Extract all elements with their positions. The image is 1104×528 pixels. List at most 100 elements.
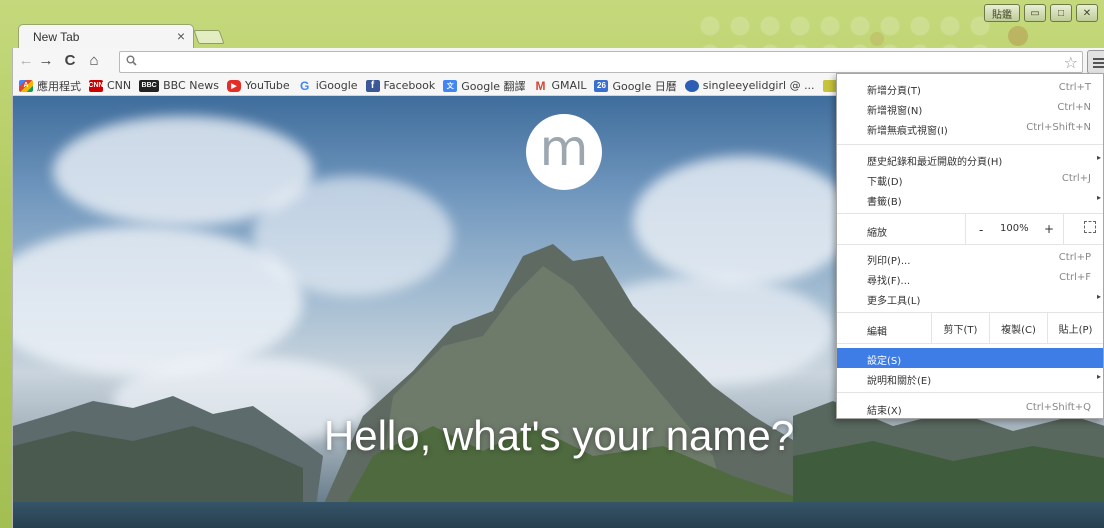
menu-item-label: 新增視窗(N) [867,106,923,117]
bookmark-label: YouTube [244,79,290,92]
chrome-menu-button[interactable] [1087,50,1104,74]
maximize-button[interactable]: □ [1050,4,1072,22]
menu-item-exit[interactable]: 結束(X) Ctrl+Shift+Q [837,398,1103,418]
paste-button[interactable]: 貼上(P) [1047,313,1103,343]
window-caption-buttons: 貼鑑 ▭ □ ✕ [984,4,1098,24]
magnifier-icon [126,54,137,69]
bookmark-label: GMAIL [551,79,587,92]
menu-separator [837,144,1103,145]
browser-window-frame: 貼鑑 ▭ □ ✕ New Tab × ← → C ⌂ ☆ A 應用程式 CNN CNN… [0,0,1104,528]
profile-button[interactable]: 貼鑑 [984,4,1020,22]
edit-label: 編輯 [867,327,887,338]
bookmark-item[interactable]: GiGoogle [298,79,358,93]
bookmark-favicon-icon: BBC [139,79,160,92]
submenu-arrow-icon: ▸ [1096,153,1101,162]
menu-item-label: 結束(X) [867,406,902,417]
bookmark-item[interactable]: CNN CNN [88,79,132,92]
menu-item-new-tab[interactable]: 新增分頁(T) Ctrl+T [837,78,1103,98]
menu-item-downloads[interactable]: 下載(D) Ctrl+J [837,169,1103,189]
back-arrow-icon[interactable]: ← [17,52,35,70]
bookmark-favicon-icon: M [535,78,546,93]
bookmark-label: Google 翻譯 [461,79,526,93]
submenu-arrow-icon: ▸ [1096,372,1101,381]
menu-item-label: 下載(D) [867,177,903,188]
bookmark-item[interactable]: 26 Google 日曆 [594,78,677,94]
momentum-logo[interactable]: m [526,114,602,190]
frame-theme-bubble [870,32,884,46]
chrome-main-menu: 新增分頁(T) Ctrl+T 新增視窗(N) Ctrl+N 新增無痕式視窗(I)… [836,73,1104,419]
bookmark-label: singleeyelidgirl @ ... [702,79,815,92]
bookmark-item[interactable]: ▶ YouTube [226,79,290,92]
bookmark-favicon-icon: CNN [88,79,104,92]
frame-theme-bubble [1008,26,1028,46]
fullscreen-icon[interactable] [1084,221,1096,233]
menu-item-label: 說明和關於(E) [867,376,932,387]
bookmark-item[interactable]: f Facebook [365,79,435,92]
menu-item-label: 更多工具(L) [867,296,921,307]
menu-item-label: 列印(P)... [867,256,911,267]
bookmark-item[interactable]: 文 Google 翻譯 [443,78,526,94]
bookmark-favicon-icon: ▶ [226,79,241,92]
bookmark-favicon-icon: 26 [594,79,609,92]
bookmark-label: CNN [107,79,132,92]
minimize-button[interactable]: ▭ [1024,4,1046,22]
bookmark-item[interactable]: A 應用程式 [19,78,81,94]
copy-button[interactable]: 複製(C) [989,313,1047,343]
bookmark-item[interactable]: BBC BBC News [139,79,219,92]
submenu-arrow-icon: ▸ [1096,292,1101,301]
menu-item-bookmarks[interactable]: 書籤(B) ▸ [837,189,1103,209]
bookmark-star-icon[interactable]: ☆ [1064,53,1078,73]
menu-item-find[interactable]: 尋找(F)... Ctrl+F [837,268,1103,288]
menu-item-label: 書籤(B) [867,197,902,208]
lake-water [13,502,1104,528]
menu-item-help[interactable]: 說明和關於(E) ▸ [837,368,1103,388]
bookmark-label: 應用程式 [37,79,81,93]
tab-new-tab[interactable]: New Tab × [18,24,194,48]
menu-item-label: 歷史紀錄和最近開啟的分頁(H) [867,157,1003,168]
menu-item-shortcut: Ctrl+Shift+Q [1025,402,1091,413]
frame-theme-pattern [700,12,1000,52]
fullscreen-cell [1063,214,1103,244]
menu-item-new-window[interactable]: 新增視窗(N) Ctrl+N [837,98,1103,118]
menu-separator [837,392,1103,393]
address-bar[interactable]: ☆ [119,51,1083,73]
bookmark-label: BBC News [163,79,219,92]
new-tab-button[interactable] [193,30,225,44]
menu-item-settings[interactable]: 設定(S) [837,348,1103,368]
cut-button[interactable]: 剪下(T) [931,313,989,343]
menu-item-history[interactable]: 歷史紀錄和最近開啟的分頁(H) ▸ [837,149,1103,169]
menu-item-shortcut: Ctrl+P [1058,252,1091,263]
bookmark-favicon-icon [822,79,837,92]
logo-letter: m [539,119,589,177]
menu-item-print[interactable]: 列印(P)... Ctrl+P [837,248,1103,268]
menu-item-more-tools[interactable]: 更多工具(L) ▸ [837,288,1103,308]
bookmark-favicon-icon: f [365,79,380,92]
tab-title: New Tab [33,30,80,44]
menu-item-label: 尋找(F)... [867,276,911,287]
zoom-label: 縮放 [867,228,887,239]
menu-item-label: 新增分頁(T) [867,86,921,97]
menu-item-shortcut: Ctrl+T [1058,82,1091,93]
close-window-button[interactable]: ✕ [1076,4,1098,22]
tab-close-icon[interactable]: × [177,28,185,44]
greeting-prompt: Hello, what's your name? [323,412,795,459]
menu-item-label: 新增無痕式視窗(I) [867,126,948,137]
browser-toolbar: ← → C ⌂ ☆ [12,48,1104,76]
zoom-out-button[interactable]: - [979,223,983,237]
bookmark-item[interactable]: singleeyelidgirl @ ... [684,79,815,92]
zoom-in-button[interactable]: + [1044,222,1054,236]
reload-icon[interactable]: C [61,52,79,70]
bookmark-favicon-icon: A [19,79,33,92]
forward-arrow-icon[interactable]: → [37,52,55,70]
bookmark-favicon-icon: 文 [443,79,458,92]
menu-item-shortcut: Ctrl+Shift+N [1026,122,1091,133]
menu-item-shortcut: Ctrl+N [1057,102,1091,113]
home-icon[interactable]: ⌂ [85,52,103,70]
zoom-level: 100% [1000,223,1029,234]
menu-row-zoom: 縮放 - 100% + [837,213,1103,245]
bookmark-item[interactable]: M GMAIL [534,78,587,93]
menu-item-shortcut: Ctrl+F [1059,272,1091,283]
menu-item-incognito[interactable]: 新增無痕式視窗(I) Ctrl+Shift+N [837,118,1103,138]
menu-item-shortcut: Ctrl+J [1061,173,1091,184]
submenu-arrow-icon: ▸ [1096,193,1101,202]
